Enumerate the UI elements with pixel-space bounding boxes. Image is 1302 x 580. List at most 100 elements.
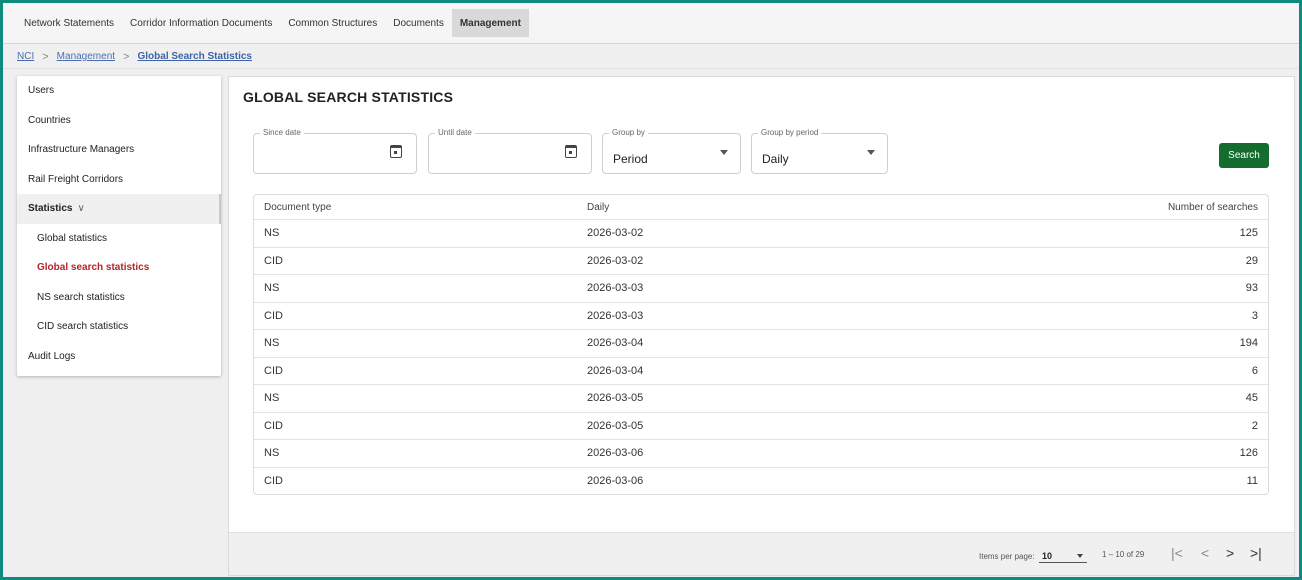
statistics-table: Document type Daily Number of searches N… [253,194,1269,495]
cell-searches: 93 [1245,282,1258,295]
cell-document-type: NS [264,392,280,405]
cell-date: 2026-03-06 [587,475,644,488]
cell-document-type: NS [264,282,280,295]
page-size-select[interactable]: 10 [1039,549,1087,563]
table-row: CID 2026-03-05 2 [254,413,1268,440]
cell-searches: 29 [1245,254,1258,267]
tab-common-structures[interactable]: Common Structures [280,9,385,37]
app-frame: Network Statements Corridor Information … [0,0,1302,580]
sidebar-item-label: Audit Logs [28,350,76,362]
group-by-period-value: Daily [762,152,789,166]
breadcrumb-current[interactable]: Global Search Statistics [137,51,252,62]
cell-searches: 6 [1251,364,1258,377]
breadcrumb-separator: > [42,50,49,63]
breadcrumb: NCI > Management > Global Search Statist… [3,45,1299,69]
chevron-down-icon [720,150,728,155]
cell-document-type: NS [264,227,280,240]
page-range: 1 – 10 of 29 [1102,550,1145,559]
sidebar-item-audit-logs[interactable]: Audit Logs [17,342,221,372]
chevron-down-icon: ∨ [77,203,85,215]
column-header-number-of-searches: Number of searches [1167,201,1258,213]
last-page-icon[interactable]: >| [1250,545,1262,561]
chevron-down-icon [867,150,875,155]
table-row: CID 2026-03-06 11 [254,468,1268,495]
sidebar-item-global-search-statistics[interactable]: Global search statistics [17,253,221,283]
cell-date: 2026-03-02 [587,227,644,240]
calendar-icon[interactable] [565,145,577,158]
tab-network-statements[interactable]: Network Statements [16,9,122,37]
group-by-period-label: Group by period [758,128,822,137]
cell-date: 2026-03-05 [587,392,644,405]
previous-page-icon[interactable]: < [1201,545,1209,561]
sidebar-item-label: Users [28,85,55,97]
cell-document-type: CID [264,254,283,267]
tab-management[interactable]: Management [451,9,529,37]
first-page-icon[interactable]: |< [1171,545,1183,561]
breadcrumb-management-link[interactable]: Management [57,51,115,62]
cell-date: 2026-03-04 [587,364,644,377]
cell-document-type: CID [264,309,283,322]
cell-searches: 11 [1246,475,1258,488]
group-by-period-select[interactable]: Group by period Daily [751,128,888,174]
table-row: CID 2026-03-02 29 [254,248,1268,275]
tab-corridor-information-documents[interactable]: Corridor Information Documents [122,9,280,37]
sidebar-item-label: NS search statistics [37,291,125,303]
table-header: Document type Daily Number of searches [254,195,1268,220]
breadcrumb-separator: > [123,50,130,63]
table-row: NS 2026-03-05 45 [254,385,1268,413]
cell-date: 2026-03-03 [587,309,644,322]
cell-searches: 125 [1239,227,1258,240]
sidebar-item-rail-freight-corridors[interactable]: Rail Freight Corridors [17,165,221,195]
cell-document-type: NS [264,447,280,460]
cell-document-type: NS [264,337,280,350]
sidebar-item-label: Global search statistics [37,262,150,274]
sidebar-item-ns-search-statistics[interactable]: NS search statistics [17,283,221,313]
cell-searches: 194 [1239,337,1258,350]
since-date-field[interactable]: Since date [253,128,417,174]
group-by-label: Group by [609,128,648,137]
table-row: NS 2026-03-03 93 [254,275,1268,303]
sidebar-item-label: Countries [28,114,71,126]
calendar-icon[interactable] [390,145,402,158]
cell-document-type: CID [264,475,283,488]
sidebar-item-label: Global statistics [37,232,108,244]
page-size-value: 10 [1042,551,1053,561]
cell-document-type: CID [264,419,283,432]
cell-searches: 2 [1251,419,1258,432]
sidebar-item-label: Statistics [28,203,73,215]
table-row: CID 2026-03-03 3 [254,303,1268,330]
sidebar-item-statistics[interactable]: Statistics ∨ [17,194,221,224]
table-row: NS 2026-03-06 126 [254,440,1268,468]
next-page-icon[interactable]: > [1226,545,1234,561]
sidebar-item-label: CID search statistics [37,321,129,333]
since-date-label: Since date [260,128,304,137]
search-button[interactable]: Search [1219,143,1269,168]
chevron-down-icon [1077,554,1083,558]
breadcrumb-root-link[interactable]: NCI [17,51,34,62]
sidebar-item-label: Rail Freight Corridors [28,173,124,185]
table-row: NS 2026-03-02 125 [254,220,1268,248]
items-per-page-label: Items per page: [979,552,1035,561]
tab-documents[interactable]: Documents [385,9,452,37]
sidebar-item-users[interactable]: Users [17,76,221,106]
column-header-document-type: Document type [264,201,332,213]
table-row: NS 2026-03-04 194 [254,330,1268,358]
group-by-select[interactable]: Group by Period [602,128,741,174]
cell-searches: 45 [1245,392,1258,405]
paginator: Items per page: 10 1 – 10 of 29 |< < > >… [229,532,1294,575]
cell-date: 2026-03-04 [587,337,644,350]
page-title: GLOBAL SEARCH STATISTICS [243,89,454,105]
table-row: CID 2026-03-04 6 [254,358,1268,385]
sidebar-item-infrastructure-managers[interactable]: Infrastructure Managers [17,135,221,165]
until-date-label: Until date [435,128,475,137]
cell-date: 2026-03-05 [587,419,644,432]
sidebar-item-countries[interactable]: Countries [17,106,221,136]
sidebar-item-cid-search-statistics[interactable]: CID search statistics [17,312,221,342]
sidebar-item-global-statistics[interactable]: Global statistics [17,224,221,254]
column-header-daily: Daily [587,201,610,213]
cell-date: 2026-03-03 [587,282,644,295]
sidebar: Users Countries Infrastructure Managers … [17,76,221,376]
top-nav: Network Statements Corridor Information … [3,3,1299,44]
until-date-field[interactable]: Until date [428,128,592,174]
cell-date: 2026-03-02 [587,254,644,267]
